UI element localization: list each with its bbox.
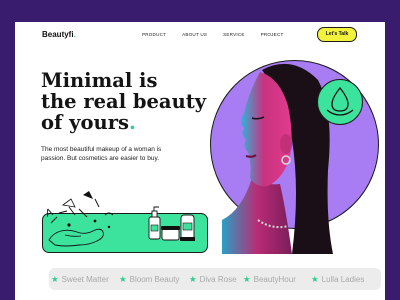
brand-label: Bloom Beauty [129, 275, 180, 284]
headline-line-2: the real beauty [41, 90, 207, 113]
landing-page: Beautyfi. PRODUCT ABOUT US SERVICE PROJE… [15, 22, 385, 300]
model-portrait [222, 64, 333, 254]
logo-dot: . [73, 30, 76, 39]
svg-text:A: A [44, 207, 54, 220]
lets-talk-button[interactable]: Let's Talk [317, 27, 357, 42]
water-drop-icon [326, 86, 354, 116]
brand-sweet-matter[interactable]: ★ Sweet Matter [51, 274, 109, 285]
brand-label: Sweet Matter [61, 275, 109, 284]
brand-label: Diva Rose [199, 275, 237, 284]
headline-line-1: Minimal is [41, 69, 158, 92]
nav-item-service[interactable]: SERVICE [223, 32, 244, 37]
navbar: Beautyfi. PRODUCT ABOUT US SERVICE PROJE… [15, 22, 385, 48]
brand-lulla-ladies[interactable]: ★ Lulla Ladies [311, 274, 364, 285]
nav-item-project[interactable]: PROJECT [261, 32, 284, 37]
headline-line-3: of yours [41, 111, 129, 134]
hero-description: The most beautiful makeup of a woman is … [41, 146, 162, 162]
logo-text: Beautyfi [42, 30, 74, 39]
brand-label: Lulla Ladies [321, 275, 365, 284]
nav-item-about-us[interactable]: ABOUT US [182, 32, 207, 37]
nav-item-product[interactable]: PRODUCT [142, 32, 166, 37]
star-icon: ★ [189, 274, 197, 284]
headline-dot: . [128, 111, 136, 134]
nav-menu: PRODUCT ABOUT US SERVICE PROJECT [142, 32, 283, 37]
star-icon: ★ [51, 274, 59, 284]
logo[interactable]: Beautyfi. [42, 30, 76, 39]
star-icon: ★ [243, 274, 251, 284]
star-icon: ★ [311, 274, 319, 284]
brand-diva-rose[interactable]: ★ Diva Rose [189, 274, 237, 285]
brand-strip: ★ Sweet Matter ★ Bloom Beauty ★ Diva Rose ★… [49, 268, 381, 290]
star-icon: ★ [119, 274, 127, 284]
water-drop-badge [317, 79, 363, 125]
brand-bloom-beauty[interactable]: ★ Bloom Beauty [119, 274, 179, 285]
cosmetics-illustration: A [44, 191, 195, 247]
brand-beautyhour[interactable]: ★ BeautyHour [243, 274, 296, 285]
brand-label: BeautyHour [253, 275, 296, 284]
hero-headline: Minimal is the real beauty of yours. [41, 70, 241, 133]
